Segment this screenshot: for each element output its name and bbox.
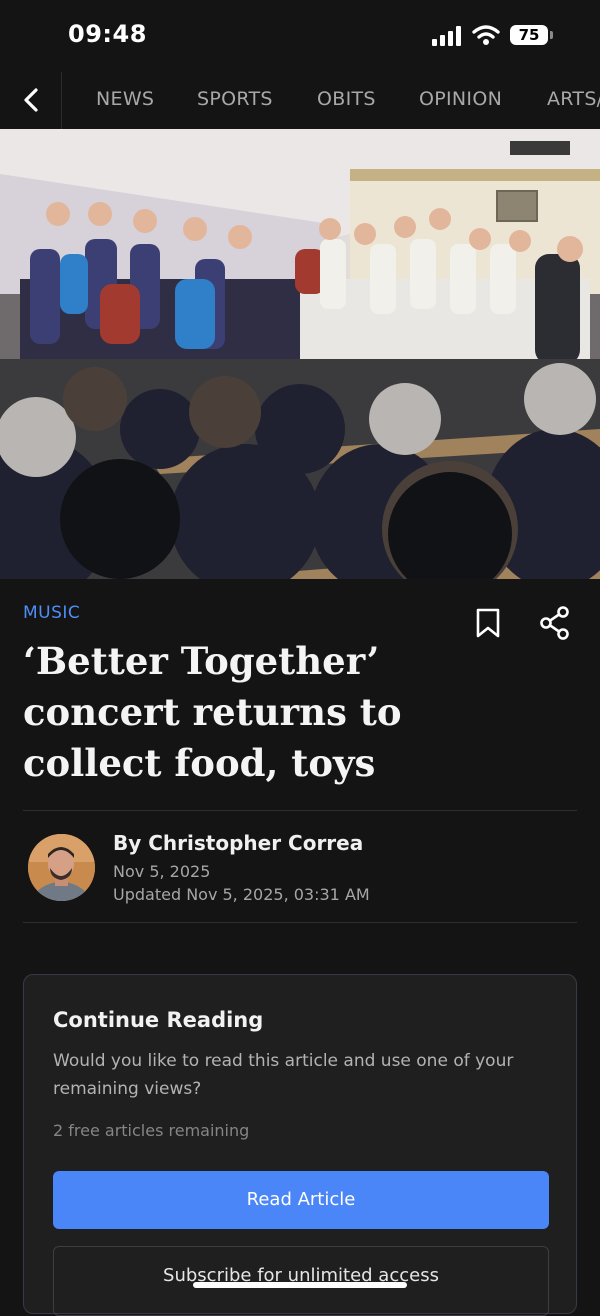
battery-icon: 75 bbox=[510, 25, 553, 45]
status-time: 09:48 bbox=[68, 20, 147, 48]
divider bbox=[23, 922, 577, 923]
nav-item-news[interactable]: NEWS bbox=[96, 72, 154, 129]
category-label[interactable]: MUSIC bbox=[23, 603, 80, 623]
hero-photo[interactable] bbox=[0, 129, 600, 579]
back-button[interactable] bbox=[0, 72, 62, 129]
author-name[interactable]: By Christopher Correa bbox=[113, 831, 363, 855]
nav-item-sports[interactable]: SPORTS bbox=[197, 72, 273, 129]
continue-reading-card: Continue Reading Would you like to read … bbox=[23, 974, 577, 1316]
chevron-left-icon bbox=[24, 88, 38, 112]
concert-photo bbox=[0, 129, 600, 579]
card-prompt: Would you like to read this article and … bbox=[53, 1051, 514, 1099]
read-article-button[interactable]: Read Article bbox=[53, 1171, 549, 1229]
nav-item-obits[interactable]: OBITS bbox=[317, 72, 376, 129]
battery-level: 75 bbox=[518, 26, 540, 44]
divider bbox=[23, 810, 577, 811]
article-title: ‘Better Together’ concert returns to col… bbox=[23, 639, 402, 785]
bookmark-icon[interactable] bbox=[475, 607, 501, 639]
signal-icon bbox=[432, 26, 461, 46]
author-photo bbox=[28, 834, 95, 901]
updated-date: Updated Nov 5, 2025, 03:31 AM bbox=[113, 885, 370, 904]
share-icon[interactable] bbox=[539, 606, 571, 640]
publish-date: Nov 5, 2025 bbox=[113, 862, 211, 881]
home-indicator[interactable] bbox=[193, 1282, 407, 1288]
remaining-articles: 2 free articles remaining bbox=[53, 1121, 250, 1140]
nav-item-arts[interactable]: ARTS/ bbox=[547, 72, 600, 129]
subscribe-button[interactable]: Subscribe for unlimited access bbox=[53, 1246, 549, 1316]
nav-item-opinion[interactable]: OPINION bbox=[419, 72, 502, 129]
author-avatar[interactable] bbox=[28, 834, 95, 901]
wifi-icon bbox=[472, 25, 500, 45]
card-heading: Continue Reading bbox=[53, 1008, 264, 1032]
status-bar: 09:48 75 bbox=[0, 0, 600, 72]
section-nav: NEWS SPORTS OBITS OPINION ARTS/ bbox=[0, 72, 600, 129]
